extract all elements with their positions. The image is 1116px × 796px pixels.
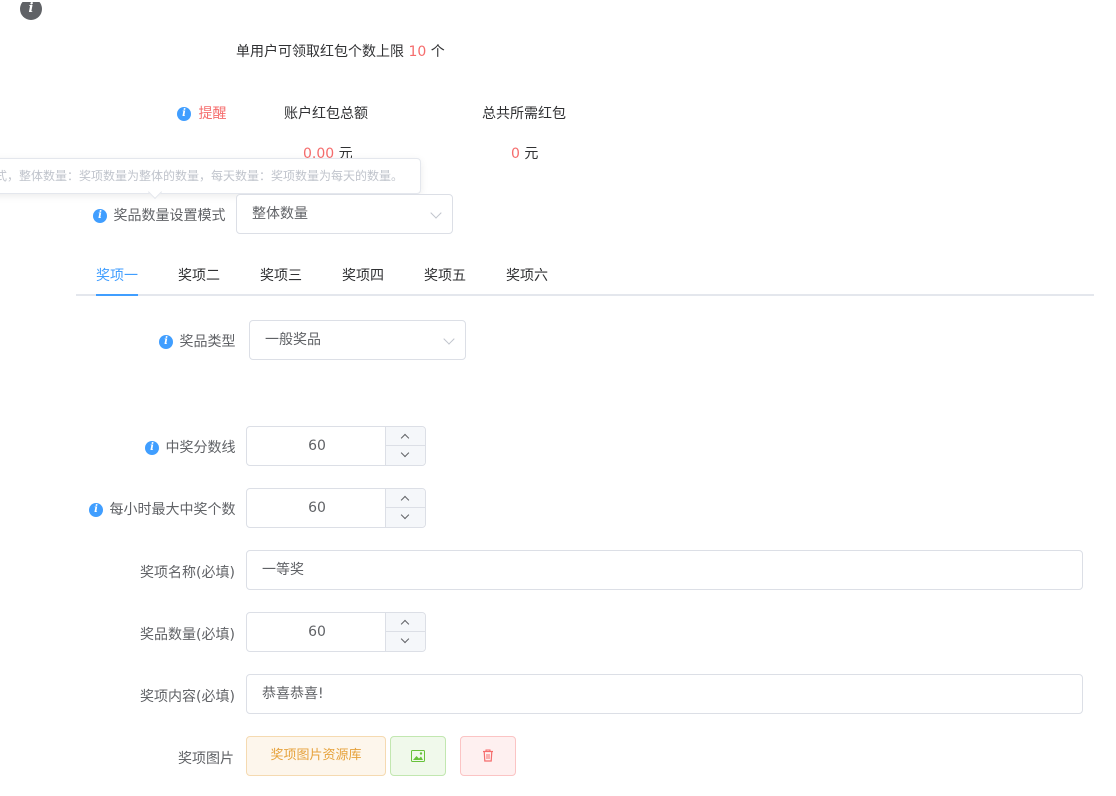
reminder-label[interactable]: i 提醒 [177,103,226,123]
score-label-text: 中奖分数线 [165,440,236,456]
score-stepper[interactable]: 60 [246,426,426,466]
tab-2[interactable]: 奖项二 [178,258,220,294]
score-label: i 中奖分数线 [145,437,235,457]
info-icon[interactable]: i [145,441,159,455]
decrease-button[interactable] [386,508,425,527]
decrease-button[interactable] [386,632,425,651]
hourly-label: i 每小时最大中奖个数 [89,499,235,519]
qty-stepper[interactable]: 60 [246,612,426,652]
required-unit: 元 [524,146,539,162]
tab-4[interactable]: 奖项四 [342,258,384,294]
delete-image-button[interactable] [460,736,516,776]
info-icon[interactable]: i [159,335,173,349]
chevron-up-icon [400,619,410,629]
tabs-divider [76,294,1094,296]
increase-button[interactable] [386,427,425,446]
image-icon [411,749,425,762]
chevron-up-icon [400,495,410,505]
info-icon: i [177,107,191,121]
hourly-label-text: 每小时最大中奖个数 [109,502,236,518]
reminder-text: 提醒 [198,106,227,122]
mode-selected: 整体数量 [252,206,308,222]
prize-type-select[interactable]: 一般奖品 [249,320,466,360]
chevron-down-icon [443,333,455,345]
mode-label-text: 奖品数量设置模式 [113,208,226,224]
limit-prefix: 单用户可领取红包个数上限 [236,44,404,60]
info-icon: i [20,2,42,20]
hourly-value[interactable]: 60 [247,489,387,527]
increase-button[interactable] [386,613,425,632]
chevron-down-icon [400,448,410,458]
chevron-down-icon [400,510,410,520]
chevron-down-icon [430,207,442,219]
tab-5[interactable]: 奖项五 [424,258,466,294]
qty-value[interactable]: 60 [247,613,387,651]
prize-name-input[interactable]: 一等奖 [246,550,1083,590]
required-amount: 0 [511,146,520,162]
limit-suffix: 个 [430,44,445,60]
required-total-value: 0 元 [511,143,538,163]
tab-1[interactable]: 奖项一 [96,258,138,294]
tab-3[interactable]: 奖项三 [260,258,302,294]
account-total-title: 账户红包总额 [284,106,368,122]
mode-tooltip: 式，整体数量：奖项数量为整体的数量，每天数量：奖项数量为每天的数量。 [0,158,421,194]
limit-value: 10 [408,44,427,60]
increase-button[interactable] [386,489,425,508]
chevron-down-icon [400,634,410,644]
active-tab-indicator [96,294,138,296]
required-total-title: 总共所需红包 [482,106,566,122]
prize-content-input[interactable]: 恭喜恭喜! [246,674,1083,714]
mode-label: i 奖品数量设置模式 [93,205,225,225]
tab-6[interactable]: 奖项六 [506,258,548,294]
mode-select[interactable]: 整体数量 [236,194,453,234]
decrease-button[interactable] [386,446,425,465]
image-label: 奖项图片 [178,751,234,767]
content-label: 奖项内容(必填) [140,689,235,705]
limit-text: 单用户可领取红包个数上限 10 个 [236,41,445,61]
prize-type-selected: 一般奖品 [265,332,321,348]
prize-type-label: i 奖品类型 [159,331,235,351]
name-label: 奖项名称(必填) [140,565,235,581]
score-value[interactable]: 60 [247,427,387,465]
prize-type-label-text: 奖品类型 [179,334,236,350]
hourly-stepper[interactable]: 60 [246,488,426,528]
upload-image-button[interactable] [390,736,446,776]
chevron-up-icon [400,433,410,443]
info-icon[interactable]: i [93,209,107,223]
info-icon[interactable]: i [89,503,103,517]
trash-icon [483,749,493,762]
qty-label: 奖品数量(必填) [140,627,235,643]
image-library-button[interactable]: 奖项图片资源库 [246,736,386,776]
